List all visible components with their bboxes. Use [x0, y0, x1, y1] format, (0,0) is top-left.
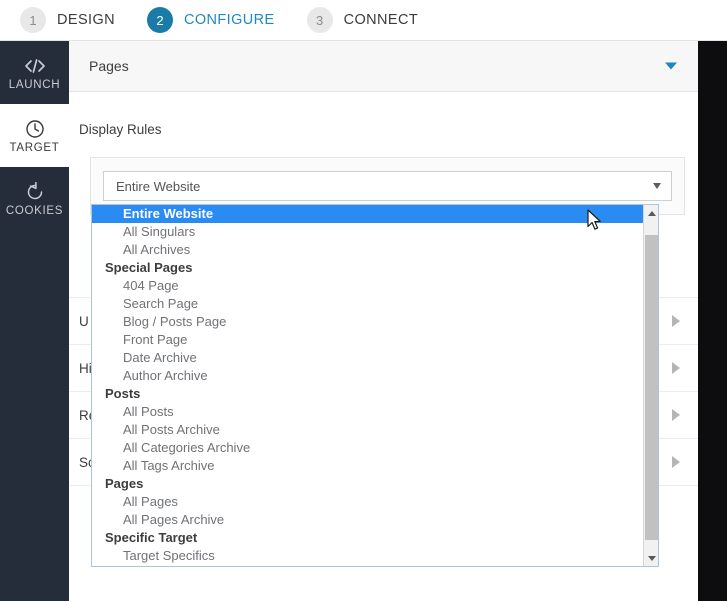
sidebar-label-launch: LAUNCH: [8, 78, 61, 91]
display-rules-dropdown[interactable]: Entire Website All Singulars All Archives S…: [91, 204, 659, 567]
chevron-down-icon[interactable]: [665, 62, 677, 70]
code-icon: [24, 55, 46, 77]
pages-panel-header[interactable]: Pages: [69, 41, 698, 92]
dropdown-option[interactable]: Author Archive: [92, 367, 645, 385]
dropdown-option[interactable]: Search Page: [92, 295, 645, 313]
dropdown-option[interactable]: Entire Website: [92, 205, 645, 223]
dropdown-option[interactable]: All Posts: [92, 403, 645, 421]
dropdown-option[interactable]: Front Page: [92, 331, 645, 349]
dropdown-option[interactable]: Blog / Posts Page: [92, 313, 645, 331]
dropdown-option[interactable]: Date Archive: [92, 349, 645, 367]
accordion-row-1-label: U: [79, 313, 89, 329]
wizard-step-configure[interactable]: 2 CONFIGURE: [147, 7, 275, 33]
dropdown-option-list: Entire Website All Singulars All Archives S…: [92, 205, 645, 565]
scroll-down-arrow-icon[interactable]: [644, 550, 658, 566]
wizard-step-design[interactable]: 1 DESIGN: [20, 7, 115, 33]
sidebar-item-cookies[interactable]: COOKIES: [0, 167, 69, 230]
scrollbar-thumb[interactable]: [645, 235, 658, 540]
chevron-right-icon[interactable]: [672, 315, 680, 327]
dropdown-option[interactable]: All Pages Archive: [92, 511, 645, 529]
dropdown-option[interactable]: All Pages: [92, 493, 645, 511]
chevron-down-icon[interactable]: [653, 183, 661, 189]
dropdown-option[interactable]: 404 Page: [92, 277, 645, 295]
scroll-up-arrow-icon[interactable]: [644, 205, 658, 221]
dropdown-scrollbar[interactable]: [643, 205, 658, 566]
dropdown-option[interactable]: All Singulars: [92, 223, 645, 241]
dropdown-option[interactable]: All Tags Archive: [92, 457, 645, 475]
chevron-right-icon[interactable]: [672, 456, 680, 468]
dropdown-option[interactable]: Target Specifics: [92, 547, 645, 565]
display-rules-select[interactable]: Entire Website: [103, 171, 672, 201]
dropdown-option[interactable]: All Categories Archive: [92, 439, 645, 457]
step-label-configure: CONFIGURE: [184, 12, 275, 28]
pages-panel-title: Pages: [89, 58, 129, 74]
step-number-3: 3: [306, 7, 333, 33]
right-edge-strip: [698, 41, 727, 601]
dropdown-group-label: Posts: [105, 386, 141, 401]
sidebar-label-target: TARGET: [9, 141, 60, 154]
accordion-row-2-label: Hi: [79, 360, 92, 376]
sidebar-item-target[interactable]: TARGET: [0, 104, 69, 167]
step-number-1: 1: [20, 7, 46, 33]
dropdown-group-label: Special Pages: [105, 260, 193, 275]
dropdown-option[interactable]: All Posts Archive: [92, 421, 645, 439]
sidebar-rail: LAUNCH TARGET COOKIES: [0, 41, 69, 601]
sidebar-label-cookies: COOKIES: [5, 204, 64, 217]
dropdown-option[interactable]: All Archives: [92, 241, 645, 259]
chevron-right-icon[interactable]: [672, 362, 680, 374]
step-label-design: DESIGN: [57, 12, 115, 28]
sidebar-item-launch[interactable]: LAUNCH: [0, 41, 69, 104]
refresh-icon: [25, 181, 45, 203]
app-window: 1 DESIGN 2 CONFIGURE 3 CONNECT LAUNCH TA…: [0, 0, 727, 601]
clock-icon: [25, 118, 45, 140]
chevron-right-icon[interactable]: [672, 409, 680, 421]
wizard-step-bar: 1 DESIGN 2 CONFIGURE 3 CONNECT: [0, 0, 727, 41]
dropdown-group-label: Specific Target: [105, 530, 198, 545]
wizard-step-connect[interactable]: 3 CONNECT: [306, 7, 419, 33]
dropdown-group-label: Pages: [105, 476, 144, 491]
step-label-connect: CONNECT: [343, 12, 419, 28]
display-rules-select-value: Entire Website: [116, 178, 201, 194]
display-rules-label: Display Rules: [79, 122, 162, 137]
step-number-2: 2: [147, 7, 173, 33]
